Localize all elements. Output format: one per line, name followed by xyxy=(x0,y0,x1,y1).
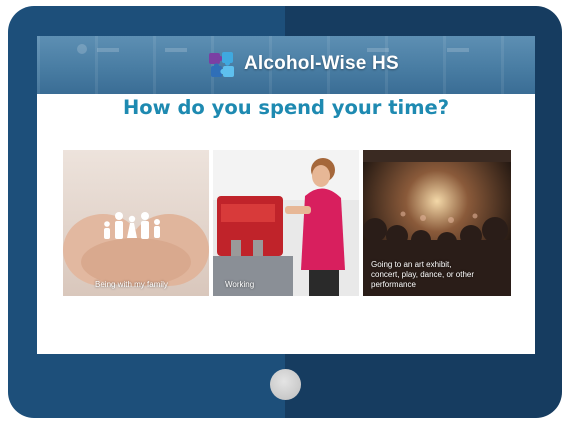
option-card-working[interactable]: Working xyxy=(213,150,359,296)
family-photo xyxy=(63,150,209,296)
screen: Alcohol-Wise HS How do you spend your ti… xyxy=(37,36,535,354)
locker-detail xyxy=(447,48,469,52)
option-caption: Going to an art exhibit, concert, play, … xyxy=(371,260,475,289)
option-caption: Working xyxy=(225,280,255,289)
locker-detail xyxy=(165,48,187,52)
header-banner: Alcohol-Wise HS xyxy=(37,36,535,94)
page-heading: How do you spend your time? xyxy=(122,96,450,119)
option-card-family[interactable]: Being with my family xyxy=(63,150,209,296)
working-photo xyxy=(213,150,359,296)
home-button[interactable] xyxy=(270,369,301,400)
puzzle-pieces-icon xyxy=(209,52,234,77)
brand-title: Alcohol-Wise HS xyxy=(244,53,399,74)
option-caption: Being with my family xyxy=(95,280,168,289)
option-card-performance[interactable]: Going to an art exhibit, concert, play, … xyxy=(363,150,511,296)
locker-detail xyxy=(367,48,389,52)
tablet-frame: Alcohol-Wise HS How do you spend your ti… xyxy=(8,6,562,418)
locker-detail xyxy=(97,48,119,52)
